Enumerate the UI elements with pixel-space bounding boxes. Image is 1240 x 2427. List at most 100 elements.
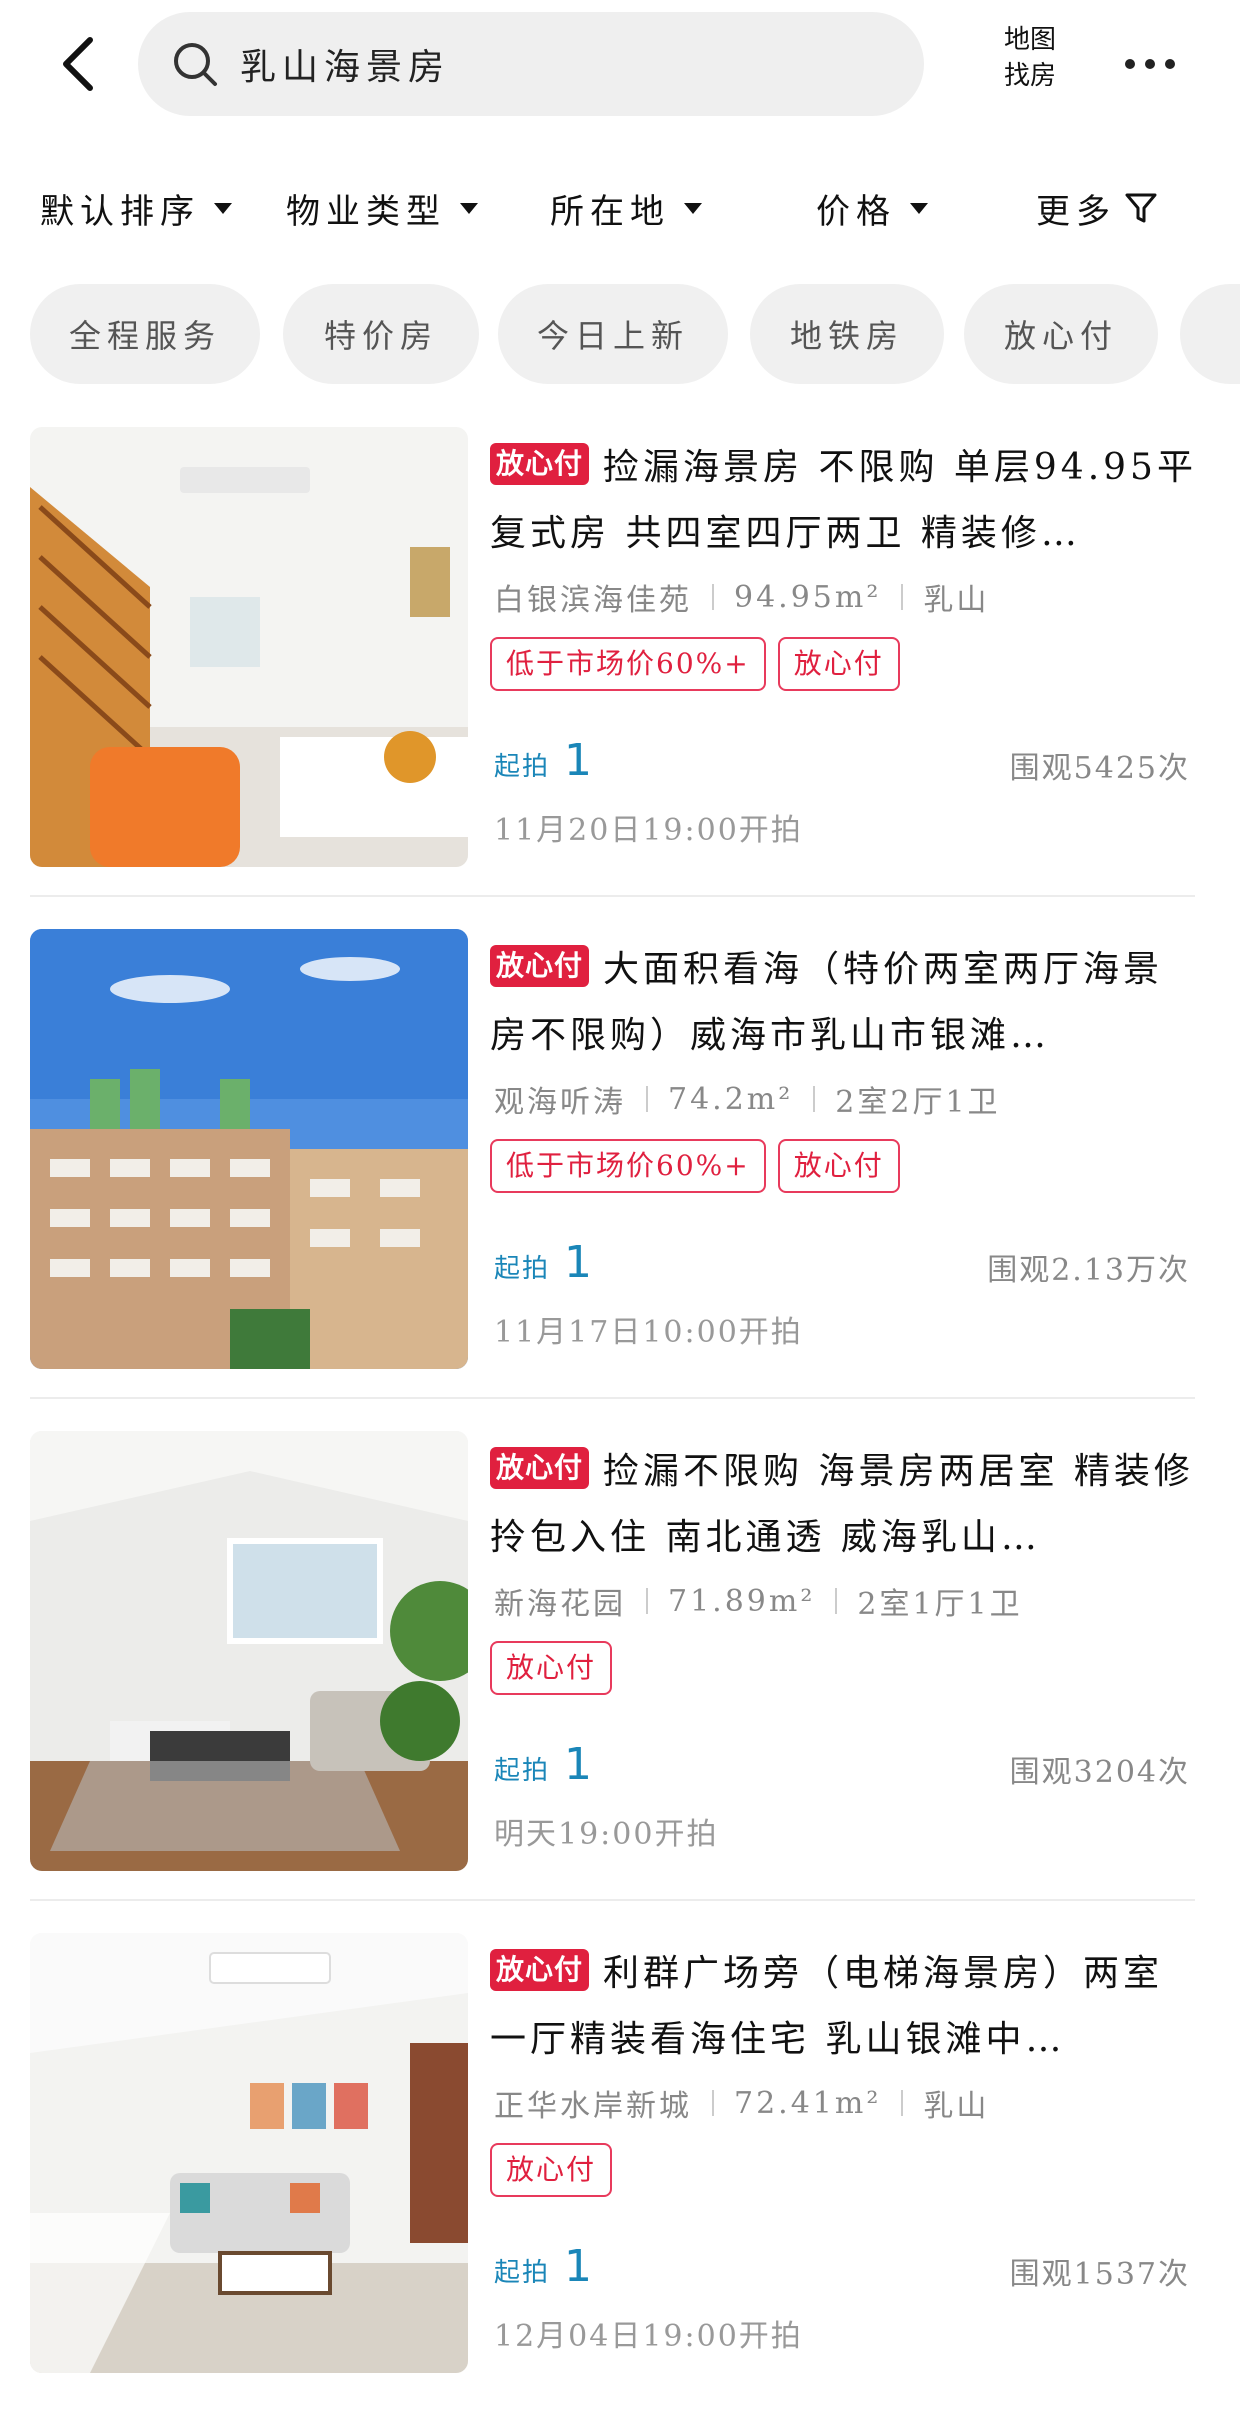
filter-bar: 默认排序 物业类型 所在地 价格 更多 (0, 168, 1240, 248)
caret-down-icon (684, 202, 702, 214)
starting-bid: 起拍 1 (494, 1739, 592, 1790)
search-bar[interactable]: 乳山海景房 (138, 12, 924, 116)
chip-metro[interactable]: 地铁房 (750, 284, 944, 384)
filter-sort[interactable]: 默认排序 (40, 180, 232, 236)
loft-interior-image (30, 427, 468, 867)
starting-bid: 起拍 1 (494, 735, 592, 786)
listing-title[interactable]: 放心付 利群广场旁（电梯海景房）两室一厅精装看海住宅 乳山银滩中… (490, 1941, 1200, 2073)
safe-pay-badge: 放心付 (490, 1447, 590, 1489)
starting-bid-label: 起拍 (494, 1254, 551, 1284)
divider (646, 1086, 648, 1112)
map-search-button[interactable]: 地图 找房 (990, 22, 1070, 106)
dot-icon (1125, 59, 1135, 69)
search-icon (174, 43, 217, 86)
building-exterior-image (30, 929, 468, 1369)
listing-card[interactable]: 放心付 利群广场旁（电梯海景房）两室一厅精装看海住宅 乳山银滩中… 正华水岸新城 … (0, 1931, 1240, 2427)
listing-photo[interactable] (30, 1933, 468, 2373)
listing-title[interactable]: 放心付 大面积看海（特价两室两厅海景房不限购）威海市乳山市银滩… (490, 937, 1200, 1069)
caret-down-icon (460, 202, 478, 214)
caret-down-icon (214, 202, 232, 214)
starting-bid: 起拍 1 (494, 2241, 592, 2292)
starting-bid-value: 1 (564, 2241, 593, 2292)
area: 72.41m² (734, 2085, 882, 2121)
view-count: 围观5425次 (1009, 751, 1190, 786)
listing-meta: 正华水岸新城 72.41m² 乳山 (494, 2081, 1194, 2125)
divider (712, 584, 714, 610)
filter-price[interactable]: 价格 (816, 180, 928, 236)
divider (646, 1588, 648, 1614)
chip-partial[interactable] (1180, 284, 1240, 384)
location: 乳山 (923, 583, 990, 618)
dot-icon (1165, 59, 1175, 69)
community-name: 新海花园 (494, 1587, 626, 1622)
bright-living-room-image (30, 1933, 468, 2373)
layout: 2室2厅1卫 (835, 1085, 1001, 1120)
quick-filter-chips: 全程服务 特价房 今日上新 地铁房 放心付 (0, 284, 1240, 384)
listing-tags: 低于市场价60%+ 放心付 (490, 1139, 900, 1193)
listing-tags: 低于市场价60%+ 放心付 (490, 637, 900, 691)
search-query: 乳山海景房 (240, 47, 451, 88)
listing-photo[interactable] (30, 1431, 468, 1871)
back-button[interactable] (48, 28, 108, 100)
filter-label: 物业类型 (286, 191, 446, 232)
divider (813, 1086, 816, 1112)
top-bar: 乳山海景房 地图 找房 (0, 0, 1240, 140)
filter-label: 所在地 (550, 191, 670, 232)
more-options-button[interactable] (1118, 40, 1182, 88)
safe-pay-badge: 放心付 (490, 1949, 590, 1991)
chip-new-today[interactable]: 今日上新 (498, 284, 728, 384)
list-divider (30, 895, 1195, 897)
listing-card[interactable]: 放心付 捡漏海景房 不限购 单层94.95平复式房 共四室四厅两卫 精装修… 白银… (0, 425, 1240, 925)
starting-bid: 起拍 1 (494, 1237, 592, 1288)
view-count: 围观1537次 (1009, 2257, 1190, 2292)
safe-pay-tag: 放心付 (777, 1139, 900, 1193)
listing-card[interactable]: 放心付 大面积看海（特价两室两厅海景房不限购）威海市乳山市银滩… 观海听涛 74.… (0, 927, 1240, 1427)
chip-safe-pay[interactable]: 放心付 (964, 284, 1158, 384)
chip-full-service[interactable]: 全程服务 (30, 284, 260, 384)
listing-photo[interactable] (30, 929, 468, 1369)
chevron-left-icon (63, 37, 93, 91)
auction-time: 11月17日10:00开拍 (494, 1315, 803, 1350)
area: 74.2m² (668, 1081, 794, 1117)
listing-title-text: 利群广场旁（电梯海景房）两室一厅精装看海住宅 乳山银滩中… (490, 1953, 1164, 2060)
dot-icon (1145, 59, 1155, 69)
community-name: 正华水岸新城 (494, 2089, 692, 2124)
listing-meta: 白银滨海佳苑 94.95m² 乳山 (494, 575, 1194, 619)
listing-card[interactable]: 放心付 捡漏不限购 海景房两居室 精装修 拎包入住 南北通透 威海乳山… 新海花园… (0, 1429, 1240, 1929)
listing-photo[interactable] (30, 427, 468, 867)
listing-tags: 放心付 (490, 1641, 613, 1695)
listing-meta: 新海花园 71.89m² 2室1厅1卫 (494, 1579, 1194, 1623)
area: 71.89m² (668, 1583, 816, 1619)
map-label-line2: 找房 (1003, 61, 1056, 91)
listing-title-text: 捡漏不限购 海景房两居室 精装修 拎包入住 南北通透 威海乳山… (490, 1451, 1194, 1558)
chip-special-price[interactable]: 特价房 (283, 284, 479, 384)
listing-title[interactable]: 放心付 捡漏不限购 海景房两居室 精装修 拎包入住 南北通透 威海乳山… (490, 1439, 1200, 1571)
filter-location[interactable]: 所在地 (550, 180, 702, 236)
listing-meta: 观海听涛 74.2m² 2室2厅1卫 (494, 1077, 1194, 1121)
safe-pay-tag: 放心付 (777, 637, 900, 691)
safe-pay-tag: 放心付 (490, 1641, 613, 1695)
divider (712, 2090, 714, 2116)
list-divider (30, 1899, 1195, 1901)
living-room-image (30, 1431, 468, 1871)
filter-property-type[interactable]: 物业类型 (286, 180, 478, 236)
divider (901, 584, 904, 610)
starting-bid-value: 1 (564, 1739, 593, 1790)
list-divider (30, 1397, 1195, 1399)
starting-bid-value: 1 (564, 1237, 593, 1288)
safe-pay-badge: 放心付 (490, 443, 590, 485)
community-name: 白银滨海佳苑 (494, 583, 692, 618)
divider (835, 1588, 838, 1614)
auction-time: 11月20日19:00开拍 (494, 813, 803, 848)
layout: 2室1厅1卫 (857, 1587, 1023, 1622)
filter-label: 默认排序 (40, 191, 200, 232)
listing-tags: 放心付 (490, 2143, 613, 2197)
filter-more[interactable]: 更多 (1036, 180, 1158, 236)
view-count: 围观3204次 (1009, 1755, 1190, 1790)
safe-pay-badge: 放心付 (490, 945, 590, 987)
starting-bid-value: 1 (564, 735, 593, 786)
filter-label: 更多 (1036, 191, 1116, 232)
caret-down-icon (910, 202, 928, 214)
listing-title[interactable]: 放心付 捡漏海景房 不限购 单层94.95平复式房 共四室四厅两卫 精装修… (490, 435, 1200, 567)
price-tag: 低于市场价60%+ (490, 637, 766, 691)
